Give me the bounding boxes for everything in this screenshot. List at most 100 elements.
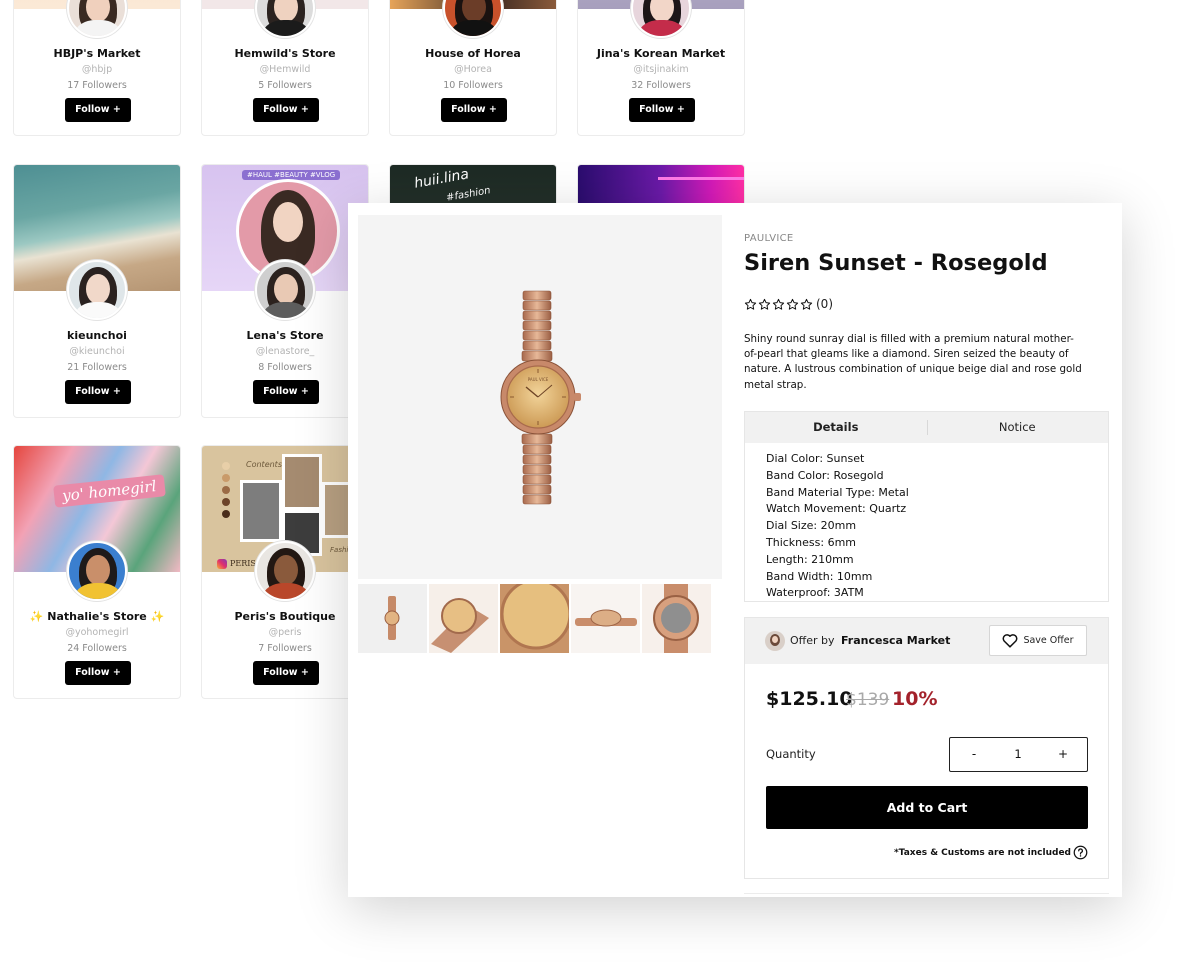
store-followers: 10 Followers: [443, 80, 503, 91]
follow-button[interactable]: Follow +: [65, 98, 131, 122]
cover-script-text: Contents: [246, 460, 282, 469]
quantity-increase-button[interactable]: +: [1043, 738, 1083, 771]
product-thumbnail[interactable]: [642, 584, 711, 653]
product-description: Shiny round sunray dial is filled with a…: [744, 333, 1082, 391]
store-card[interactable]: kieunchoi @kieunchoi 21 Followers Follow…: [13, 164, 181, 418]
store-handle: @Hemwild: [259, 64, 311, 75]
store-card[interactable]: yo' homegirl ✨ Nathalie's Store ✨ @yohom…: [13, 445, 181, 699]
product-rating[interactable]: (0): [744, 297, 833, 311]
store-handle: @kieunchoi: [69, 346, 125, 357]
store-avatar: [255, 260, 315, 320]
store-name[interactable]: Hemwild's Store: [202, 47, 368, 60]
rating-count: (0): [816, 297, 833, 311]
store-name[interactable]: House of Horea: [390, 47, 556, 60]
store-followers: 21 Followers: [67, 362, 127, 373]
store-avatar: [631, 0, 691, 38]
star-outline-icon: [772, 298, 785, 310]
spec-item: Dial Size: 20mm: [766, 519, 857, 533]
heart-outline-icon: [1003, 634, 1018, 648]
follow-button[interactable]: Follow +: [253, 661, 319, 685]
tab-details[interactable]: Details: [745, 412, 927, 443]
store-avatar: [443, 0, 503, 38]
product-detail-modal: PAUL VICE PAULVICE Siren Sunset - Rosego…: [348, 203, 1122, 897]
quantity-stepper: - 1 +: [949, 737, 1088, 772]
store-card[interactable]: Hemwild's Store @Hemwild 5 Followers Fol…: [201, 0, 369, 136]
cover-brand-text: PERIS: [230, 559, 256, 568]
original-price: $139: [846, 690, 890, 710]
save-offer-label: Save Offer: [1023, 635, 1074, 646]
product-thumbnail[interactable]: [500, 584, 569, 653]
spec-item: Dial Color: Sunset: [766, 452, 865, 465]
dial-brand-text: PAUL VICE: [528, 377, 549, 382]
star-outline-icon: [744, 298, 757, 310]
store-avatar: [67, 0, 127, 38]
follow-button[interactable]: Follow +: [629, 98, 695, 122]
store-avatar: [67, 260, 127, 320]
offer-panel: Offer by Francesca Market Save Offer $12…: [744, 617, 1109, 879]
question-circle-icon[interactable]: [1073, 845, 1088, 860]
quantity-label: Quantity: [766, 747, 816, 761]
discount-percent: 10%: [892, 688, 938, 710]
watch-image: PAUL VICE: [500, 290, 581, 505]
store-avatar: [255, 541, 315, 601]
spec-item: Thickness: 6mm: [766, 535, 856, 549]
tax-note-text: *Taxes & Customs are not included: [894, 847, 1071, 858]
store-card[interactable]: HBJP's Market @hbjp 17 Followers Follow …: [13, 0, 181, 136]
store-followers: 7 Followers: [258, 643, 312, 654]
follow-button[interactable]: Follow +: [253, 98, 319, 122]
tax-note: *Taxes & Customs are not included: [894, 845, 1088, 860]
product-spec-list: Dial Color: Sunset Band Color: Rosegold …: [745, 443, 1108, 602]
store-handle: @itsjinakim: [633, 64, 689, 75]
quantity-value[interactable]: 1: [998, 738, 1038, 771]
store-name[interactable]: ✨ Nathalie's Store ✨: [14, 610, 180, 623]
store-avatar: [255, 0, 315, 38]
store-avatar: [67, 541, 127, 601]
follow-button[interactable]: Follow +: [65, 380, 131, 404]
store-followers: 32 Followers: [631, 80, 691, 91]
store-name[interactable]: Lena's Store: [202, 329, 368, 342]
product-thumbnail[interactable]: [429, 584, 498, 653]
add-to-cart-button[interactable]: Add to Cart: [766, 786, 1088, 829]
cover-banner-text: huii.lina: [413, 166, 471, 192]
save-offer-button[interactable]: Save Offer: [989, 625, 1087, 656]
store-card[interactable]: #HAUL #BEAUTY #VLOG Lena's Store @lenast…: [201, 164, 369, 418]
follow-button[interactable]: Follow +: [65, 661, 131, 685]
spec-item: Waterproof: 3ATM: [766, 586, 864, 600]
store-handle: @hbjp: [81, 64, 113, 75]
follow-button[interactable]: Follow +: [441, 98, 507, 122]
product-tabs: Details Notice: [745, 412, 1108, 443]
spec-item: Band Color: Rosegold: [766, 468, 884, 482]
store-name[interactable]: HBJP's Market: [14, 47, 180, 60]
store-name[interactable]: Jina's Korean Market: [578, 47, 744, 60]
store-handle: @peris: [268, 627, 302, 638]
product-main-image[interactable]: PAUL VICE: [358, 215, 722, 579]
store-name[interactable]: kieunchoi: [14, 329, 180, 342]
offer-price: $125.10: [766, 688, 853, 710]
product-title: Siren Sunset - Rosegold: [744, 250, 1048, 276]
store-handle: @Horea: [454, 64, 492, 75]
spec-item: Watch Movement: Quartz: [766, 502, 907, 516]
cover-banner-tag: #fashion: [445, 185, 492, 204]
store-followers: 5 Followers: [258, 80, 312, 91]
star-outline-icon: [758, 298, 771, 310]
store-handle: @yohomegirl: [65, 627, 129, 638]
store-followers: 17 Followers: [67, 80, 127, 91]
follow-button[interactable]: Follow +: [253, 380, 319, 404]
tab-notice[interactable]: Notice: [927, 412, 1109, 443]
tab-divider: [927, 420, 928, 435]
seller-avatar[interactable]: [765, 631, 785, 651]
store-card[interactable]: Jina's Korean Market @itsjinakim 32 Foll…: [577, 0, 745, 136]
store-name[interactable]: Peris's Boutique: [202, 610, 368, 623]
quantity-decrease-button[interactable]: -: [954, 738, 994, 771]
cover-banner-text: yo' homegirl: [53, 474, 166, 508]
product-thumbnail[interactable]: [358, 584, 427, 653]
store-card[interactable]: Contents Fashion PERIS Peris's Boutique …: [201, 445, 369, 699]
store-handle: @lenastore_: [255, 346, 315, 357]
product-brand[interactable]: PAULVICE: [744, 233, 794, 244]
section-divider: [744, 893, 1109, 894]
seller-name[interactable]: Francesca Market: [841, 634, 950, 647]
spec-item: Band Width: 10mm: [766, 569, 873, 583]
store-card[interactable]: House of Horea @Horea 10 Followers Follo…: [389, 0, 557, 136]
store-followers: 24 Followers: [67, 643, 127, 654]
product-thumbnail[interactable]: [571, 584, 640, 653]
